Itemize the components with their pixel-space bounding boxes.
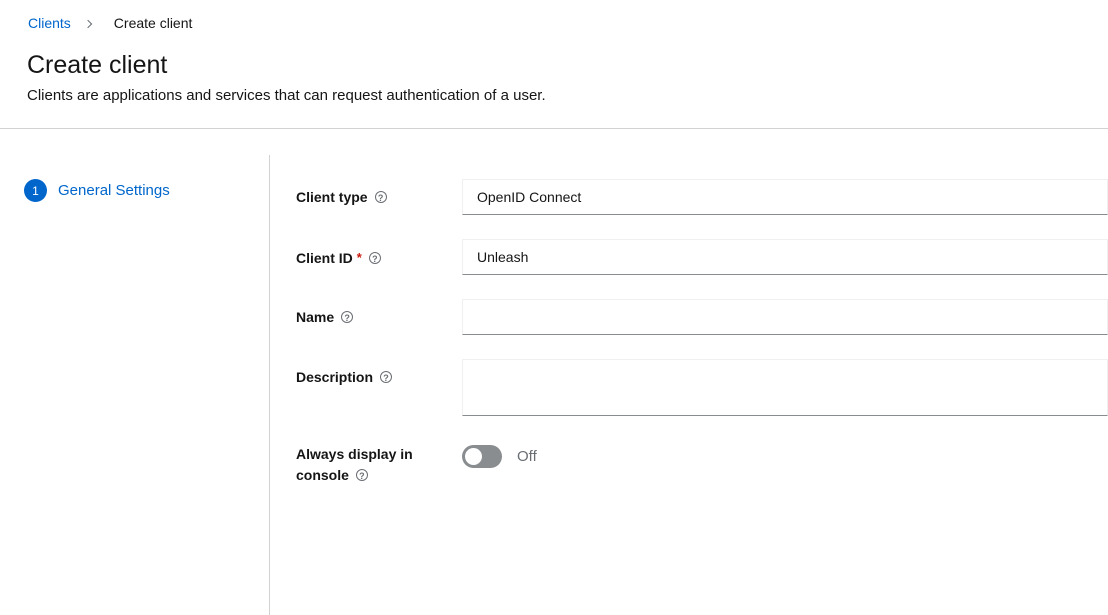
general-settings-form: Client type? Client ID *? Name? [270,155,1108,615]
client-type-select[interactable] [462,179,1108,215]
name-control [462,299,1108,335]
page-subtitle: Clients are applications and services th… [27,86,1084,106]
client-id-label: Client ID *? [296,239,446,269]
breadcrumb: Clients Create client [28,15,1084,31]
client-type-label-text: Client type [296,189,368,205]
wizard-step-general-settings[interactable]: 1 General Settings [24,179,269,202]
description-textarea[interactable] [462,359,1108,416]
client-type-control [462,179,1108,215]
always-display-label: Always display in console? [296,444,446,486]
wizard-nav: 1 General Settings [0,155,270,615]
client-type-row: Client type? [296,179,1108,215]
angle-right-icon [84,19,92,27]
step-number-badge: 1 [24,179,47,202]
wizard-step-label: General Settings [58,182,170,200]
client-id-row: Client ID *? [296,239,1108,275]
description-label: Description? [296,359,446,388]
create-client-page: Clients Create client Create client Clie… [0,0,1108,615]
help-icon[interactable]: ? [375,191,387,203]
client-type-label: Client type? [296,179,446,208]
description-row: Description? [296,359,1108,416]
name-row: Name? [296,299,1108,335]
client-id-input[interactable] [462,239,1108,275]
description-label-text: Description [296,369,373,385]
always-display-row: Always display in console? Off [296,444,1108,486]
name-label-text: Name [296,309,334,325]
help-icon[interactable]: ? [380,371,392,383]
switch-wrap: Off [462,444,1108,468]
breadcrumb-current-item: Create client [114,15,193,31]
help-icon[interactable]: ? [341,311,353,323]
page-title: Create client [27,51,1084,80]
always-display-label-text: Always display in console [296,446,413,483]
description-control [462,359,1108,416]
switch-state-label: Off [517,448,537,465]
client-id-label-text: Client ID [296,250,353,266]
always-display-switch[interactable] [462,445,502,468]
help-icon[interactable]: ? [369,252,381,264]
switch-knob-icon [465,448,482,465]
content-area: 1 General Settings Client type? Client I… [0,129,1108,615]
client-id-control [462,239,1108,275]
required-indicator: * [357,250,362,265]
page-header: Clients Create client Create client Clie… [0,0,1108,129]
breadcrumb-clients-link[interactable]: Clients [28,15,71,31]
name-label: Name? [296,299,446,328]
help-icon[interactable]: ? [356,469,368,481]
name-input[interactable] [462,299,1108,335]
always-display-control: Off [462,444,1108,468]
